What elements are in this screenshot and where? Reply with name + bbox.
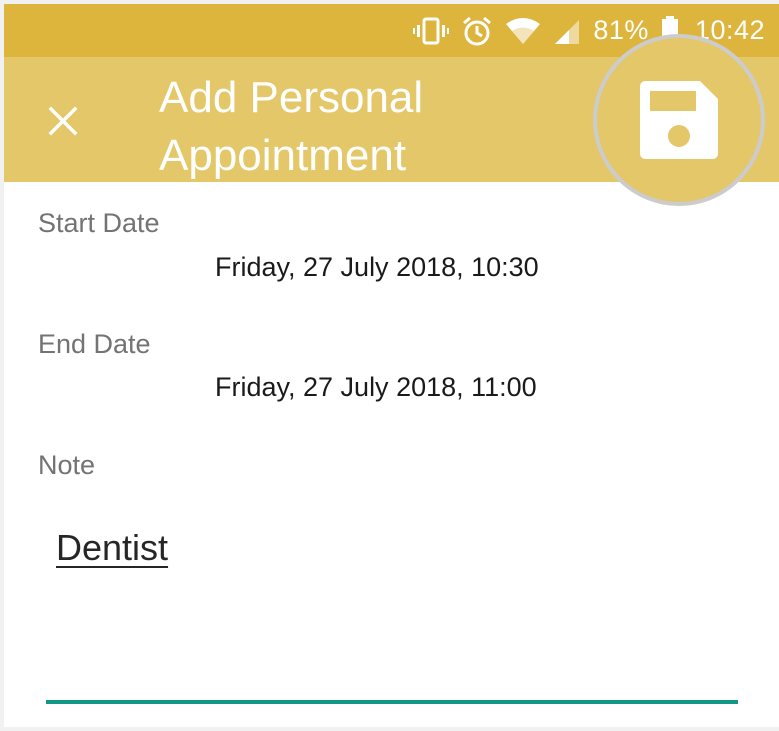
note-label: Note	[38, 450, 96, 480]
close-icon	[48, 106, 78, 136]
start-date-label: Start Date	[38, 208, 160, 238]
screen: 81% 10:42 Add Personal Appointment Start…	[0, 0, 779, 731]
battery-percent: 81%	[593, 15, 649, 45]
end-date-value[interactable]: Friday, 27 July 2018, 11:00	[215, 372, 537, 403]
vibrate-icon	[413, 16, 450, 46]
wifi-icon	[505, 16, 541, 46]
close-button[interactable]	[37, 95, 89, 147]
start-date-value[interactable]: Friday, 27 July 2018, 10:30	[215, 252, 539, 283]
note-text: Dentist	[56, 527, 169, 568]
save-icon	[640, 81, 718, 159]
appointment-form: Start Date Friday, 27 July 2018, 10:30 E…	[4, 182, 779, 727]
alarm-icon	[461, 15, 493, 47]
signal-icon	[553, 17, 581, 45]
note-field-underline	[46, 700, 738, 704]
save-button[interactable]	[593, 34, 765, 206]
page-title: Add Personal Appointment	[159, 73, 424, 180]
end-date-label: End Date	[38, 329, 151, 359]
